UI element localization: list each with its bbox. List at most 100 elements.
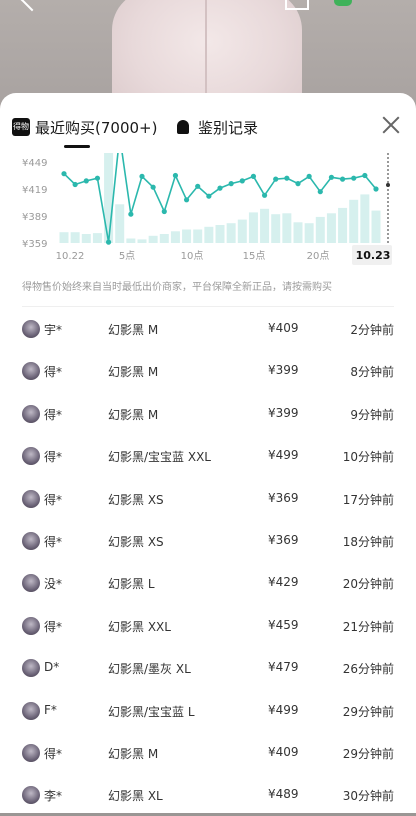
price-point <box>72 181 78 188</box>
buyer-name: D* <box>44 660 60 675</box>
buyer-name: 得* <box>44 407 63 422</box>
product-spec: 幻影黑 L <box>108 577 155 592</box>
purchase-row: 宇* 幻影黑 M ¥409 2分钟前 <box>0 307 416 349</box>
authentication-icon <box>174 118 192 136</box>
volume-bar <box>59 232 69 243</box>
tab-recent-purchases[interactable]: 得物 最近购买(7000+) <box>12 115 157 139</box>
volume-bar <box>282 213 292 243</box>
volume-bar <box>315 216 325 243</box>
tab-authentication-records[interactable]: 鉴别记录 <box>174 115 258 139</box>
volume-bar <box>126 238 136 243</box>
price-point <box>217 185 223 191</box>
buyer-name: 得* <box>44 746 63 761</box>
tab-authentication-label: 鉴别记录 <box>198 118 259 137</box>
avatar <box>22 786 40 805</box>
purchase-price: ¥369 <box>268 532 299 547</box>
purchase-row: 没* 幻影黑 L ¥429 20分钟前 <box>0 561 416 603</box>
x-tick-label: 20点 <box>307 250 330 262</box>
volume-bar <box>92 233 102 243</box>
purchase-price: ¥489 <box>268 787 299 802</box>
price-point <box>128 211 134 217</box>
purchase-time: 29分钟前 <box>342 746 394 761</box>
volume-bar <box>371 210 381 243</box>
volume-bar <box>215 225 225 243</box>
price-point <box>261 192 268 198</box>
recent-purchases-sheet: 得物 最近购买(7000+) 鉴别记录 ¥449 ¥419 ¥389 ¥359 10.2… <box>0 93 416 813</box>
buyer-name: 宇* <box>44 323 63 337</box>
purchase-row: 得* 幻影黑 XXL ¥459 21分钟前 <box>0 604 416 646</box>
avatar <box>22 574 40 593</box>
price-point <box>83 178 89 184</box>
purchase-time: 29分钟前 <box>342 704 394 719</box>
purchase-row: 得* 幻影黑 M ¥399 9分钟前 <box>0 392 416 434</box>
back-arrow-icon[interactable] <box>20 0 44 12</box>
price-point <box>306 173 312 179</box>
purchase-price: ¥459 <box>268 617 299 632</box>
volume-bar <box>81 234 91 243</box>
avatar <box>22 659 40 678</box>
purchase-row: 李* 幻影黑 XL ¥489 30分钟前 <box>0 773 416 815</box>
avatar <box>22 320 40 338</box>
product-spec: 幻影黑/宝宝蓝 XXL <box>108 450 211 465</box>
volume-bar <box>360 194 370 243</box>
volume-bar <box>226 223 236 243</box>
buyer-name: 没* <box>44 577 63 592</box>
customer-service-icon[interactable] <box>334 0 352 6</box>
product-spec: 幻影黑 XL <box>108 789 163 804</box>
close-icon[interactable] <box>380 114 402 136</box>
volume-bar <box>70 232 80 243</box>
y-tick-label: ¥389 <box>22 212 47 223</box>
x-tick-label: 15点 <box>243 250 266 262</box>
y-tick-label: ¥449 <box>22 158 47 169</box>
avatar <box>22 447 40 466</box>
price-point <box>273 176 279 182</box>
price-trend-chart[interactable]: ¥449 ¥419 ¥389 ¥359 10.22 5点 10点 15点 20点 10.23 <box>0 153 416 271</box>
x-tick-label: 10点 <box>181 250 204 262</box>
y-tick-label: ¥419 <box>22 185 47 196</box>
price-point <box>328 174 335 180</box>
buyer-name: 李* <box>44 789 63 804</box>
purchase-price: ¥429 <box>268 575 299 590</box>
y-tick-label: ¥359 <box>22 239 47 250</box>
price-point <box>351 175 357 181</box>
avatar <box>22 616 40 635</box>
price-disclaimer: 得物售价始终来自当时最低出价商家，平台保障全新正品，请按需购买 <box>22 282 332 293</box>
purchase-time: 20分钟前 <box>342 577 394 592</box>
purchase-time: 9分钟前 <box>350 407 394 422</box>
buyer-name: 得* <box>44 450 63 465</box>
avatar <box>22 531 40 550</box>
volume-bar <box>193 229 203 243</box>
purchase-row: 得* 幻影黑 M ¥409 29分钟前 <box>0 731 416 773</box>
product-spec: 幻影黑/宝宝蓝 L <box>108 704 195 719</box>
sheet-tabs: 得物 最近购买(7000+) 鉴别记录 <box>0 93 416 157</box>
purchase-price: ¥499 <box>268 448 299 463</box>
avatar <box>22 743 40 762</box>
volume-bar <box>159 234 169 243</box>
purchase-time: 8分钟前 <box>350 365 394 380</box>
buyer-name: 得* <box>44 619 63 634</box>
price-point <box>105 239 112 245</box>
price-point <box>284 175 290 181</box>
purchase-time: 26分钟前 <box>342 662 394 677</box>
buyer-name: F* <box>44 702 57 717</box>
avatar <box>22 404 40 423</box>
active-tab-indicator <box>64 145 90 148</box>
volume-bar <box>170 231 180 243</box>
volume-bar <box>237 219 247 243</box>
price-point <box>373 186 379 192</box>
product-spec: 幻影黑 M <box>108 407 159 422</box>
volume-bar <box>349 199 359 243</box>
avatar <box>22 362 40 381</box>
volume-bar <box>304 223 314 243</box>
buyer-name: 得* <box>44 534 63 549</box>
x-tick-label: 10.22 <box>56 251 85 262</box>
price-point <box>139 173 145 179</box>
buyer-name: 得* <box>44 492 63 507</box>
x-tick-label: 10.23 <box>356 249 391 262</box>
purchase-time: 21分钟前 <box>342 619 394 634</box>
price-point <box>161 208 167 215</box>
size-chart-icon[interactable] <box>285 0 309 10</box>
volume-bar <box>338 207 348 243</box>
product-spec: 幻影黑 M <box>108 365 159 380</box>
purchase-row: 得* 幻影黑/宝宝蓝 XXL ¥499 10分钟前 <box>0 434 416 476</box>
